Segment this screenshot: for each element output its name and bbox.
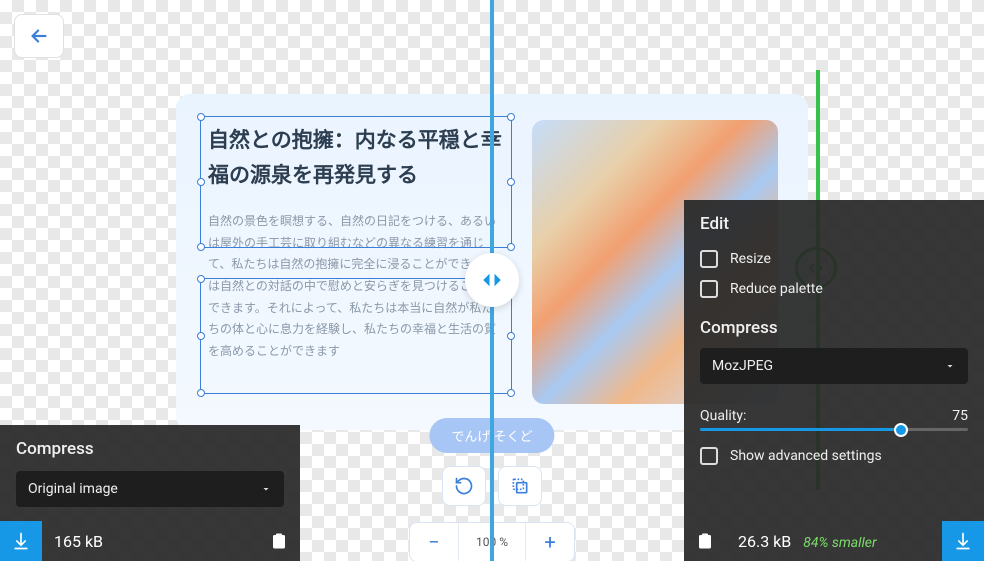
rotate-icon <box>454 476 474 496</box>
codec-select[interactable]: MozJPEG <box>700 348 968 384</box>
codec-select-label: MozJPEG <box>712 358 773 374</box>
resize-handle[interactable] <box>197 332 205 340</box>
copy-compressed-button[interactable] <box>684 521 726 561</box>
reduce-palette-toggle[interactable]: Reduce palette <box>684 274 984 304</box>
resize-handle[interactable] <box>197 178 205 186</box>
advanced-toggle[interactable]: Show advanced settings <box>684 441 984 471</box>
download-icon <box>11 531 31 551</box>
checkbox-icon <box>700 250 718 268</box>
quality-value: 75 <box>952 408 968 424</box>
compare-arrows-icon <box>477 265 507 295</box>
slider-fill <box>700 428 901 431</box>
chevron-down-icon <box>944 360 956 372</box>
left-panel: Compress Original image 165 kB <box>0 425 300 561</box>
transparency-icon <box>510 476 530 496</box>
resize-handle[interactable] <box>197 243 205 251</box>
resize-handle[interactable] <box>507 332 515 340</box>
resize-handle[interactable] <box>197 275 205 283</box>
compressed-filesize: 26.3 kB 84% smaller <box>726 532 942 551</box>
checkbox-icon <box>700 280 718 298</box>
chevron-down-icon <box>260 483 272 495</box>
resize-handle[interactable] <box>507 178 515 186</box>
clipboard-icon <box>696 532 714 550</box>
arrow-left-icon <box>28 25 50 47</box>
copy-original-button[interactable] <box>258 521 300 561</box>
quality-slider[interactable] <box>700 428 968 431</box>
advanced-label: Show advanced settings <box>730 448 882 464</box>
headline-selection[interactable] <box>200 116 512 248</box>
left-panel-title: Compress <box>0 425 300 471</box>
compress-title: Compress <box>684 304 984 348</box>
resize-handle[interactable] <box>507 113 515 121</box>
slider-thumb[interactable] <box>894 423 908 437</box>
download-icon <box>953 531 973 551</box>
source-select-label: Original image <box>28 481 118 497</box>
back-button[interactable] <box>14 14 64 58</box>
quality-label: Quality: <box>700 408 746 424</box>
resize-handle[interactable] <box>507 389 515 397</box>
reduce-palette-label: Reduce palette <box>730 281 823 297</box>
zoom-in-button[interactable]: + <box>526 523 574 561</box>
right-download-row: 26.3 kB 84% smaller <box>684 521 984 561</box>
text-column: 自然との抱擁：内なる平穏と幸福の源泉を再発見する 自然の景色を瞑想する、自然の日… <box>206 120 506 404</box>
savings-label: 84% smaller <box>803 535 876 551</box>
body-selection[interactable] <box>200 278 512 394</box>
resize-handle[interactable] <box>197 389 205 397</box>
background-toggle-button[interactable] <box>498 466 542 506</box>
original-filesize: 165 kB <box>42 532 258 551</box>
quality-row: Quality: 75 <box>684 398 984 428</box>
resize-handle[interactable] <box>507 243 515 251</box>
download-original-button[interactable] <box>0 521 42 561</box>
compare-handle[interactable] <box>465 253 519 307</box>
right-panel: Edit Resize Reduce palette Compress MozJ… <box>684 200 984 561</box>
resize-handle[interactable] <box>197 113 205 121</box>
rotate-button[interactable] <box>442 466 486 506</box>
left-download-row: 165 kB <box>0 521 300 561</box>
resize-label: Resize <box>730 251 771 267</box>
download-compressed-button[interactable] <box>942 521 984 561</box>
checkbox-icon <box>700 447 718 465</box>
resize-toggle[interactable]: Resize <box>684 244 984 274</box>
edit-title: Edit <box>684 200 984 244</box>
source-select[interactable]: Original image <box>16 471 284 507</box>
zoom-out-button[interactable]: − <box>410 523 458 561</box>
clipboard-icon <box>270 532 288 550</box>
